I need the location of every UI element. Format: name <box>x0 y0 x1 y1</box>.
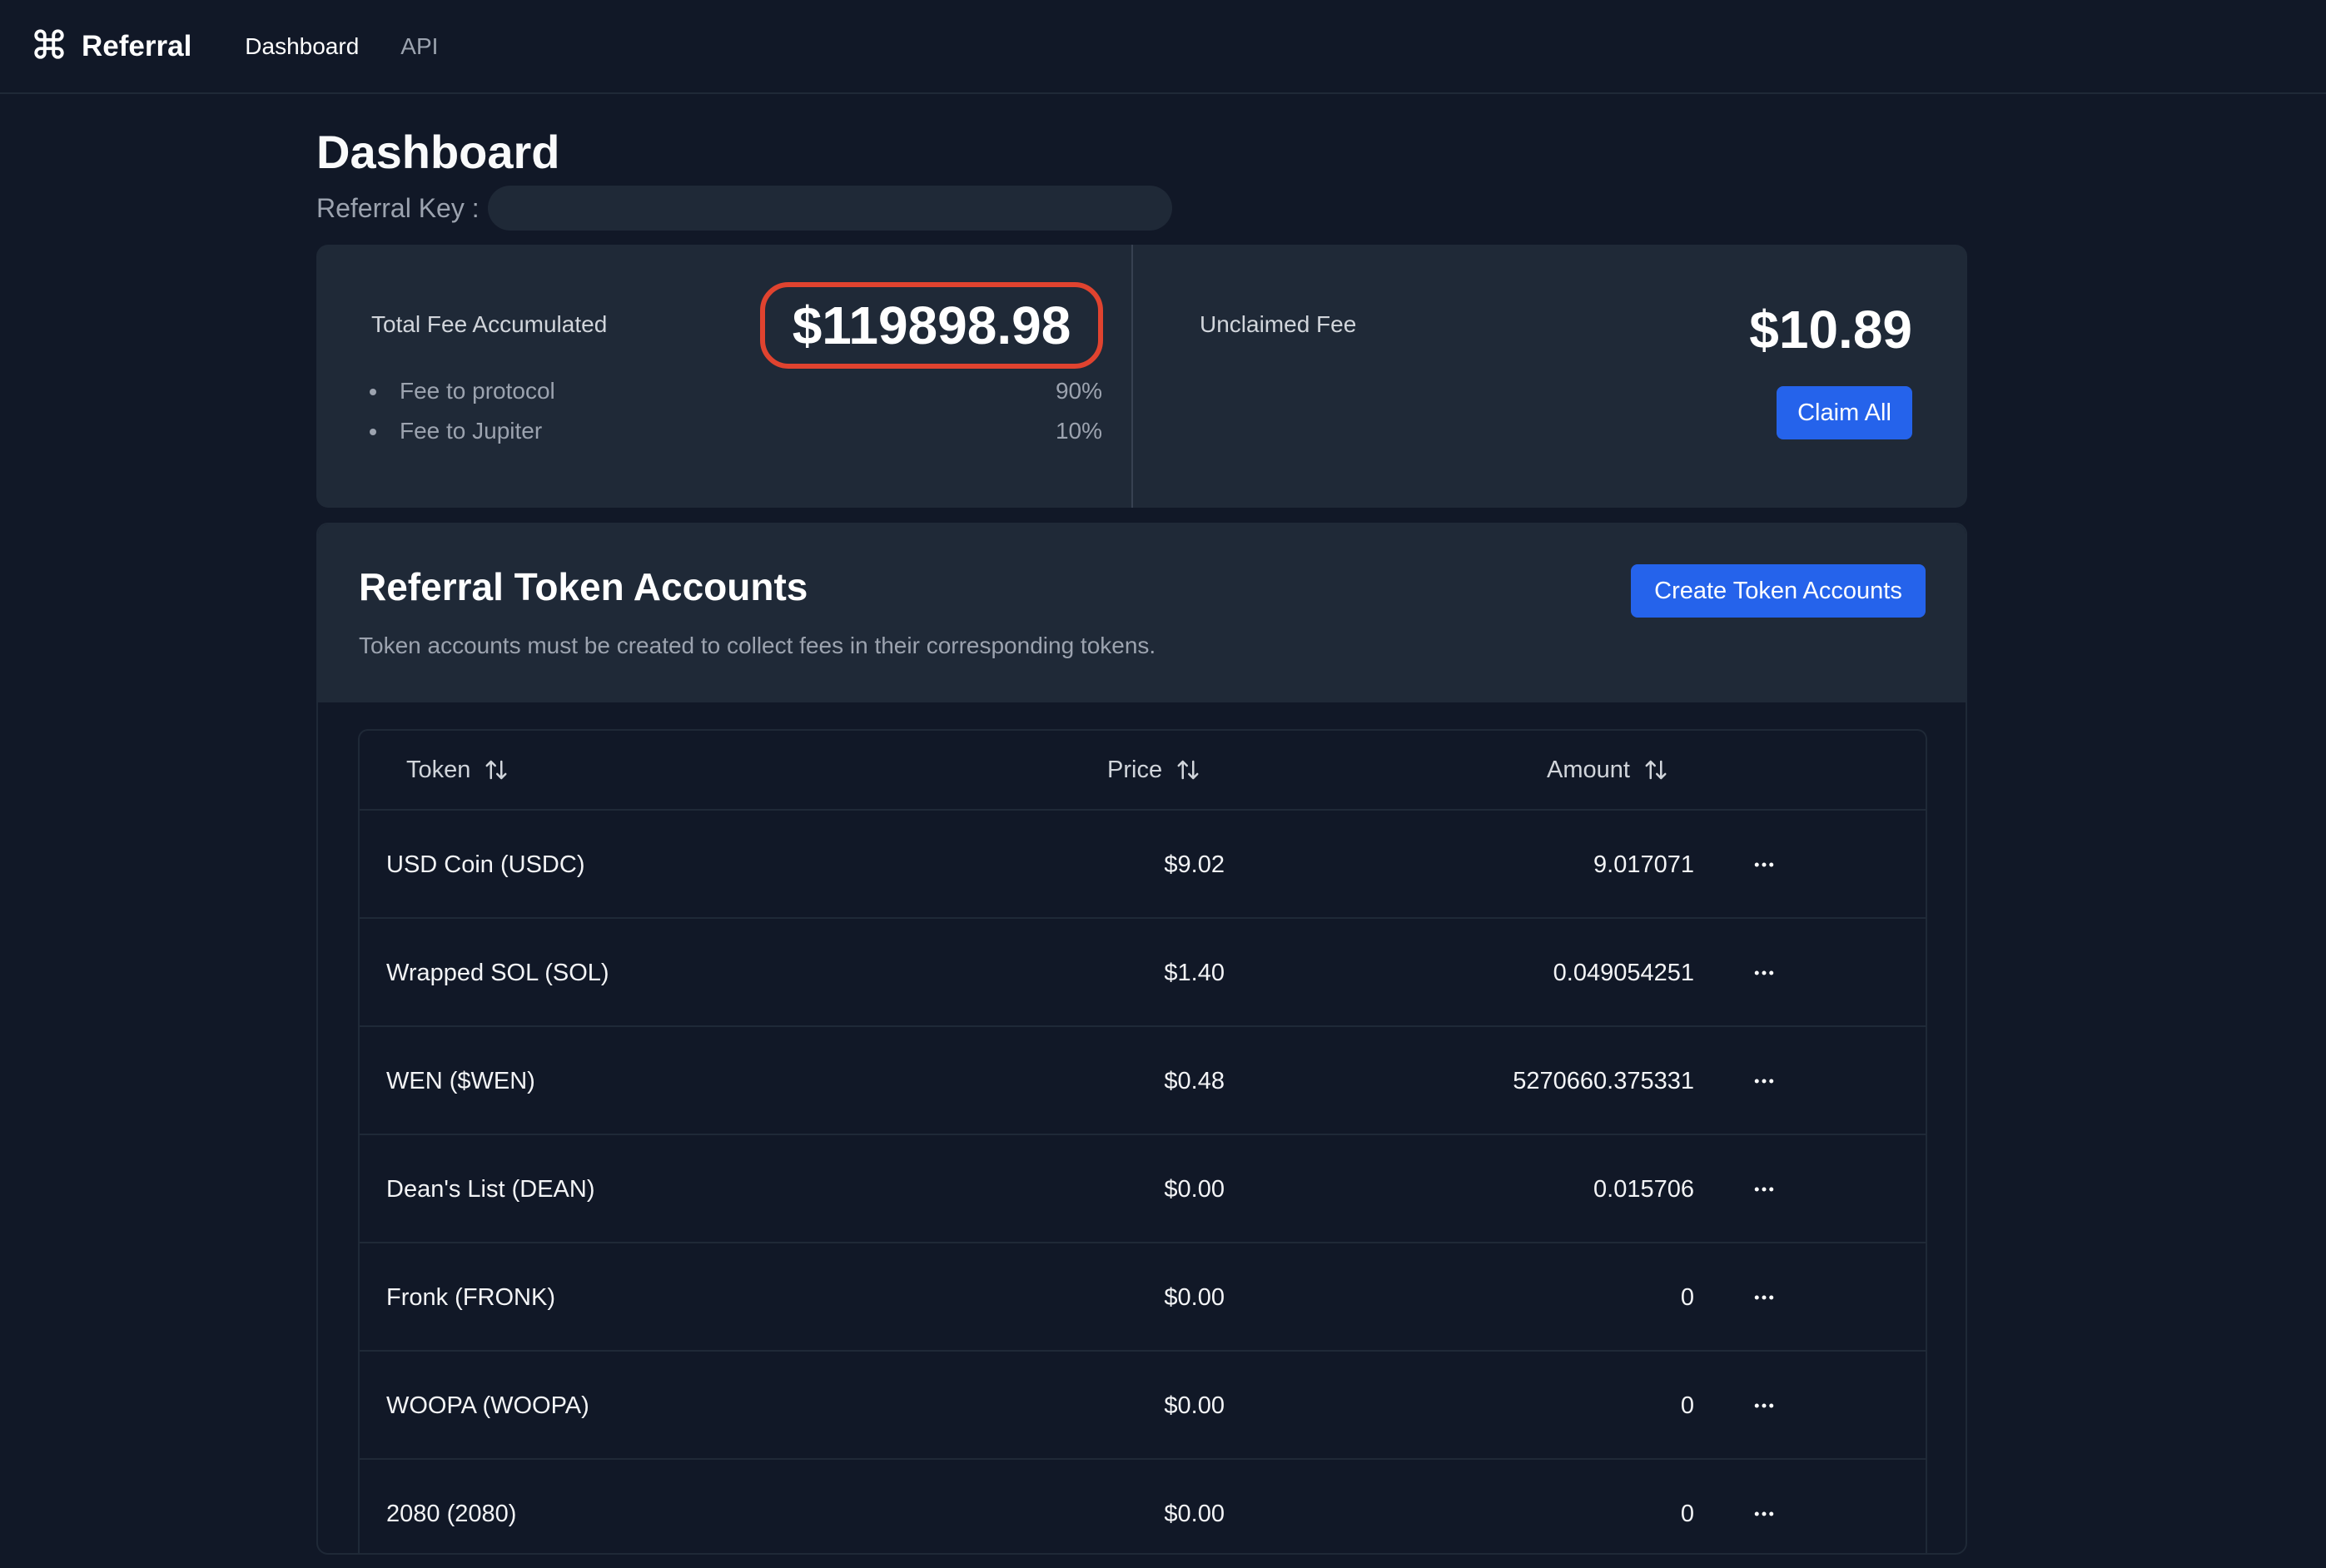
unclaimed-fee-label: Unclaimed Fee <box>1200 311 1357 337</box>
column-header-label: Token <box>406 756 471 783</box>
page-title: Dashboard <box>316 126 560 178</box>
token-amount: 9.017071 <box>1593 851 1694 878</box>
sort-arrows-icon <box>1177 760 1199 780</box>
app-name: Referral <box>82 29 192 62</box>
accounts-description: Token accounts must be created to collec… <box>359 633 1156 658</box>
table-row: Dean's List (DEAN) $0.00 0.015706 <box>360 1135 1926 1243</box>
sort-arrows-icon <box>485 760 507 780</box>
more-horizontal-icon[interactable] <box>1752 919 1777 1027</box>
referral-token-accounts: Referral Token Accounts Token accounts m… <box>316 523 1967 1555</box>
app-logo[interactable]: Referral <box>32 27 191 66</box>
more-horizontal-icon[interactable] <box>1752 1135 1777 1243</box>
token-amount: 0.049054251 <box>1553 959 1694 986</box>
fee-breakdown-value: 90% <box>1055 378 1102 404</box>
token-name: 2080 (2080) <box>386 1500 517 1527</box>
token-price: $0.00 <box>1164 1175 1225 1203</box>
referral-key-label: Referral Key : <box>316 192 480 223</box>
token-price: $0.48 <box>1164 1067 1225 1094</box>
token-price: $1.40 <box>1164 959 1225 986</box>
token-name: WOOPA (WOOPA) <box>386 1392 589 1419</box>
column-header-amount[interactable]: Amount <box>1547 757 1668 784</box>
unclaimed-fee-value: $10.89 <box>1749 300 1912 360</box>
column-header-label: Amount <box>1547 756 1630 783</box>
more-horizontal-icon[interactable] <box>1752 1352 1777 1460</box>
fee-breakdown-label: Fee to protocol <box>400 378 555 404</box>
unclaimed-fee-panel: Unclaimed Fee $10.89 Claim All <box>1133 245 1967 508</box>
nav-api[interactable]: API <box>400 33 438 60</box>
token-name: Fronk (FRONK) <box>386 1283 555 1311</box>
referral-key-field[interactable] <box>487 186 1172 231</box>
token-name: WEN ($WEN) <box>386 1067 535 1094</box>
fee-breakdown-item: Fee to protocol 90% <box>370 371 1102 411</box>
fee-breakdown-value: 10% <box>1055 418 1102 444</box>
table-row: USD Coin (USDC) $9.02 9.017071 <box>360 811 1926 919</box>
token-price: $9.02 <box>1164 851 1225 878</box>
column-header-price[interactable]: Price <box>1107 757 1200 784</box>
token-amount: 0.015706 <box>1593 1175 1694 1203</box>
table-row: WEN ($WEN) $0.48 5270660.375331 <box>360 1027 1926 1135</box>
token-amount: 0 <box>1680 1283 1694 1311</box>
more-horizontal-icon[interactable] <box>1752 1460 1777 1553</box>
more-horizontal-icon[interactable] <box>1752 1243 1777 1352</box>
more-horizontal-icon[interactable] <box>1752 1027 1777 1135</box>
nav-dashboard[interactable]: Dashboard <box>245 33 359 60</box>
referral-key-row: Referral Key : <box>316 183 1967 233</box>
token-name: USD Coin (USDC) <box>386 851 585 878</box>
total-fee-value: $119898.98 <box>792 295 1071 355</box>
main-nav: Dashboard API <box>245 33 480 60</box>
token-amount: 0 <box>1680 1500 1694 1527</box>
token-accounts-table: Token Price Amount USD Coin (USDC) $9.02… <box>358 729 1927 1553</box>
accounts-header: Referral Token Accounts Token accounts m… <box>318 524 1966 702</box>
token-price: $0.00 <box>1164 1283 1225 1311</box>
token-amount: 0 <box>1680 1392 1694 1419</box>
column-header-token[interactable]: Token <box>406 757 509 784</box>
claim-all-button[interactable]: Claim All <box>1777 386 1912 439</box>
table-row: Wrapped SOL (SOL) $1.40 0.049054251 <box>360 919 1926 1027</box>
table-header: Token Price Amount <box>360 731 1926 811</box>
fee-breakdown-label: Fee to Jupiter <box>400 418 543 444</box>
fee-summary-card: Total Fee Accumulated $119898.98 Fee to … <box>316 245 1967 508</box>
accounts-title: Referral Token Accounts <box>359 565 808 608</box>
total-fee-highlight: $119898.98 <box>760 282 1103 369</box>
table-row: WOOPA (WOOPA) $0.00 0 <box>360 1352 1926 1460</box>
main-content: Dashboard Referral Key : Total Fee Accum… <box>316 123 1967 1555</box>
table-row: 2080 (2080) $0.00 0 <box>360 1460 1926 1553</box>
more-horizontal-icon[interactable] <box>1752 811 1777 919</box>
fee-breakdown-item: Fee to Jupiter 10% <box>370 411 1102 451</box>
fee-breakdown-list: Fee to protocol 90% Fee to Jupiter 10% <box>370 371 1102 451</box>
table-row: Fronk (FRONK) $0.00 0 <box>360 1243 1926 1352</box>
token-price: $0.00 <box>1164 1500 1225 1527</box>
token-name: Wrapped SOL (SOL) <box>386 959 609 986</box>
token-name: Dean's List (DEAN) <box>386 1175 595 1203</box>
token-amount: 5270660.375331 <box>1513 1067 1694 1094</box>
total-fee-panel: Total Fee Accumulated $119898.98 Fee to … <box>316 245 1133 508</box>
token-price: $0.00 <box>1164 1392 1225 1419</box>
create-token-accounts-button[interactable]: Create Token Accounts <box>1631 564 1926 618</box>
top-navigation-bar: Referral Dashboard API <box>0 0 2326 94</box>
sort-arrows-icon <box>1645 760 1667 780</box>
column-header-label: Price <box>1107 756 1163 783</box>
total-fee-label: Total Fee Accumulated <box>371 311 608 337</box>
command-icon <box>32 27 67 66</box>
